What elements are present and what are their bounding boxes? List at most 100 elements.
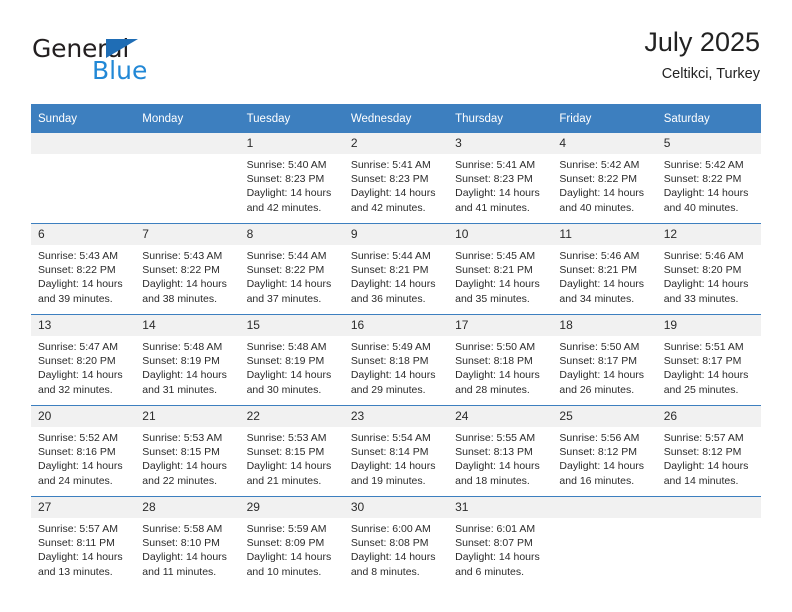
day-number: 25 bbox=[552, 406, 657, 427]
calendar-day-cell[interactable]: 9 Sunrise: 5:44 AM Sunset: 8:21 PM Daylight… bbox=[343, 223, 449, 315]
calendar-day-cell[interactable]: 16 Sunrise: 5:49 AM Sunset: 8:18 PM Dayligh… bbox=[343, 314, 449, 406]
day-details: Sunrise: 5:50 AM Sunset: 8:17 PM Daylight:… bbox=[552, 336, 656, 397]
daylight-text: and 39 minutes. bbox=[38, 292, 113, 305]
calendar-day-cell[interactable]: 2 Sunrise: 5:41 AM Sunset: 8:23 PM Daylight… bbox=[343, 133, 449, 224]
daylight-text: Daylight: 14 hours bbox=[559, 460, 645, 473]
calendar-day-cell[interactable]: 25 Sunrise: 5:56 AM Sunset: 8:12 PM Dayligh… bbox=[552, 405, 657, 497]
sunset-text: Sunset: 8:22 PM bbox=[663, 173, 742, 186]
sunrise-text: Sunrise: 5:58 AM bbox=[142, 523, 223, 535]
calendar-day-cell[interactable]: 26 Sunrise: 5:57 AM Sunset: 8:12 PM Dayligh… bbox=[656, 405, 761, 497]
calendar-day-cell[interactable]: 30 Sunrise: 6:00 AM Sunset: 8:08 PM Dayligh… bbox=[343, 496, 449, 587]
daylight-text: and 22 minutes. bbox=[142, 474, 217, 487]
sunrise-text: Sunrise: 5:46 AM bbox=[559, 250, 640, 262]
calendar-day-cell[interactable]: 5 Sunrise: 5:42 AM Sunset: 8:22 PM Daylight… bbox=[656, 133, 761, 224]
calendar-day-cell[interactable]: 23 Sunrise: 5:54 AM Sunset: 8:14 PM Dayligh… bbox=[343, 405, 449, 497]
daylight-text: Daylight: 14 hours bbox=[142, 551, 227, 564]
sunrise-text: Sunrise: 5:59 AM bbox=[246, 523, 327, 535]
daylight-text: and 8 minutes. bbox=[350, 565, 420, 578]
calendar-day-cell[interactable]: 27 Sunrise: 5:57 AM Sunset: 8:11 PM Dayligh… bbox=[31, 496, 136, 587]
calendar-day-cell[interactable]: 12 Sunrise: 5:46 AM Sunset: 8:20 PM Dayligh… bbox=[656, 223, 761, 315]
daylight-text: and 33 minutes. bbox=[663, 292, 739, 305]
calendar-day-cell[interactable]: 7 Sunrise: 5:43 AM Sunset: 8:22 PM Daylight… bbox=[135, 223, 240, 315]
daylight-text: Daylight: 14 hours bbox=[246, 551, 332, 564]
sunrise-text: Sunrise: 5:56 AM bbox=[559, 432, 640, 444]
calendar-day-cell[interactable]: 24 Sunrise: 5:55 AM Sunset: 8:13 PM Dayligh… bbox=[448, 405, 553, 497]
calendar-week-row: 1 Sunrise: 5:40 AM Sunset: 8:23 PM Daylight… bbox=[31, 133, 761, 224]
day-number: 7 bbox=[135, 224, 240, 245]
calendar-page: General Blue July 2025 Celtikci, Turkey … bbox=[0, 0, 792, 612]
calendar-day-cell[interactable]: 29 Sunrise: 5:59 AM Sunset: 8:09 PM Dayligh… bbox=[239, 496, 344, 587]
day-details: Sunrise: 5:43 AM Sunset: 8:22 PM Daylight:… bbox=[135, 245, 239, 306]
daylight-text: Daylight: 14 hours bbox=[246, 278, 332, 291]
calendar-day-cell[interactable]: 13 Sunrise: 5:47 AM Sunset: 8:20 PM Dayligh… bbox=[31, 314, 136, 406]
sunrise-text: Sunrise: 5:43 AM bbox=[142, 250, 223, 262]
calendar-week-row: 13 Sunrise: 5:47 AM Sunset: 8:20 PM Dayligh… bbox=[31, 314, 761, 406]
daylight-text: and 40 minutes. bbox=[663, 201, 739, 214]
calendar-day-cell[interactable]: 10 Sunrise: 5:45 AM Sunset: 8:21 PM Dayligh… bbox=[448, 223, 553, 315]
daylight-text: and 38 minutes. bbox=[142, 292, 217, 305]
calendar-day-cell[interactable]: 15 Sunrise: 5:48 AM Sunset: 8:19 PM Dayligh… bbox=[239, 314, 344, 406]
calendar-day-cell[interactable]: 19 Sunrise: 5:51 AM Sunset: 8:17 PM Dayligh… bbox=[656, 314, 761, 406]
sunrise-text: Sunrise: 5:57 AM bbox=[38, 523, 118, 535]
calendar-day-cell[interactable]: 21 Sunrise: 5:53 AM Sunset: 8:15 PM Dayligh… bbox=[135, 405, 240, 497]
day-number: 28 bbox=[135, 497, 240, 518]
logo-text-blue: Blue bbox=[92, 56, 148, 85]
calendar-day-cell[interactable]: 14 Sunrise: 5:48 AM Sunset: 8:19 PM Dayligh… bbox=[135, 314, 240, 406]
daylight-text: Daylight: 14 hours bbox=[350, 278, 436, 291]
day-details: Sunrise: 5:47 AM Sunset: 8:20 PM Daylight:… bbox=[31, 336, 135, 397]
day-details: Sunrise: 5:43 AM Sunset: 8:22 PM Daylight:… bbox=[31, 245, 135, 306]
sunrise-text: Sunrise: 5:53 AM bbox=[142, 432, 223, 444]
day-number: 23 bbox=[343, 406, 449, 427]
calendar-day-cell[interactable]: 1 Sunrise: 5:40 AM Sunset: 8:23 PM Daylight… bbox=[239, 133, 344, 224]
calendar-day-cell[interactable]: 22 Sunrise: 5:53 AM Sunset: 8:15 PM Dayligh… bbox=[239, 405, 344, 497]
weekday-header-saturday: Saturday bbox=[656, 104, 761, 133]
weekday-header-monday: Monday bbox=[135, 104, 240, 133]
daylight-text: Daylight: 14 hours bbox=[38, 369, 123, 382]
calendar-day-cell[interactable]: 3 Sunrise: 5:41 AM Sunset: 8:23 PM Daylight… bbox=[448, 133, 553, 224]
calendar-day-cell[interactable]: 17 Sunrise: 5:50 AM Sunset: 8:18 PM Dayligh… bbox=[448, 314, 553, 406]
sunset-text: Sunset: 8:16 PM bbox=[38, 446, 116, 459]
sunset-text: Sunset: 8:23 PM bbox=[455, 173, 533, 186]
calendar-day-cell[interactable]: 8 Sunrise: 5:44 AM Sunset: 8:22 PM Daylight… bbox=[239, 223, 344, 315]
calendar-day-cell[interactable]: 4 Sunrise: 5:42 AM Sunset: 8:22 PM Daylight… bbox=[552, 133, 657, 224]
page-title: July 2025 bbox=[644, 27, 760, 57]
calendar-day-cell[interactable]: 28 Sunrise: 5:58 AM Sunset: 8:10 PM Dayligh… bbox=[135, 496, 240, 587]
day-number: 19 bbox=[656, 315, 761, 336]
day-number bbox=[552, 497, 657, 518]
sunrise-text: Sunrise: 5:41 AM bbox=[455, 159, 536, 171]
day-details: Sunrise: 5:51 AM Sunset: 8:17 PM Daylight:… bbox=[657, 336, 761, 397]
weekday-header-sunday: Sunday bbox=[31, 104, 136, 133]
day-details: Sunrise: 5:42 AM Sunset: 8:22 PM Daylight:… bbox=[657, 154, 761, 215]
calendar-day-cell[interactable]: 20 Sunrise: 5:52 AM Sunset: 8:16 PM Dayligh… bbox=[31, 405, 136, 497]
daylight-text: Daylight: 14 hours bbox=[663, 278, 749, 291]
sunset-text: Sunset: 8:08 PM bbox=[350, 537, 429, 550]
daylight-text: Daylight: 14 hours bbox=[246, 460, 332, 473]
daylight-text: and 30 minutes. bbox=[246, 383, 322, 396]
calendar-day-cell[interactable]: 11 Sunrise: 5:46 AM Sunset: 8:21 PM Dayligh… bbox=[552, 223, 657, 315]
sunset-text: Sunset: 8:21 PM bbox=[350, 264, 429, 277]
daylight-text: and 13 minutes. bbox=[38, 565, 113, 578]
daylight-text: Daylight: 14 hours bbox=[455, 278, 540, 291]
day-details: Sunrise: 5:53 AM Sunset: 8:15 PM Daylight:… bbox=[135, 427, 239, 488]
calendar-day-cell[interactable]: 31 Sunrise: 6:01 AM Sunset: 8:07 PM Dayligh… bbox=[448, 496, 553, 587]
daylight-text: and 16 minutes. bbox=[559, 474, 635, 487]
sunset-text: Sunset: 8:22 PM bbox=[559, 173, 638, 186]
daylight-text: Daylight: 14 hours bbox=[559, 187, 645, 200]
sunrise-text: Sunrise: 5:45 AM bbox=[455, 250, 536, 262]
daylight-text: Daylight: 14 hours bbox=[350, 551, 436, 564]
daylight-text: and 35 minutes. bbox=[455, 292, 530, 305]
sunrise-text: Sunrise: 6:01 AM bbox=[455, 523, 536, 535]
daylight-text: and 10 minutes. bbox=[246, 565, 322, 578]
day-number: 18 bbox=[552, 315, 657, 336]
daylight-text: Daylight: 14 hours bbox=[38, 278, 123, 291]
day-number: 24 bbox=[448, 406, 553, 427]
calendar-day-cell[interactable]: 6 Sunrise: 5:43 AM Sunset: 8:22 PM Daylight… bbox=[31, 223, 136, 315]
daylight-text: Daylight: 14 hours bbox=[350, 187, 436, 200]
day-number: 26 bbox=[656, 406, 761, 427]
calendar-week-row: 6 Sunrise: 5:43 AM Sunset: 8:22 PM Daylight… bbox=[31, 223, 761, 315]
daylight-text: and 42 minutes. bbox=[350, 201, 426, 214]
calendar-day-cell[interactable]: 18 Sunrise: 5:50 AM Sunset: 8:17 PM Dayligh… bbox=[552, 314, 657, 406]
sunrise-text: Sunrise: 5:40 AM bbox=[246, 159, 327, 171]
sunrise-text: Sunrise: 5:50 AM bbox=[559, 341, 640, 353]
sunset-text: Sunset: 8:12 PM bbox=[663, 446, 742, 459]
